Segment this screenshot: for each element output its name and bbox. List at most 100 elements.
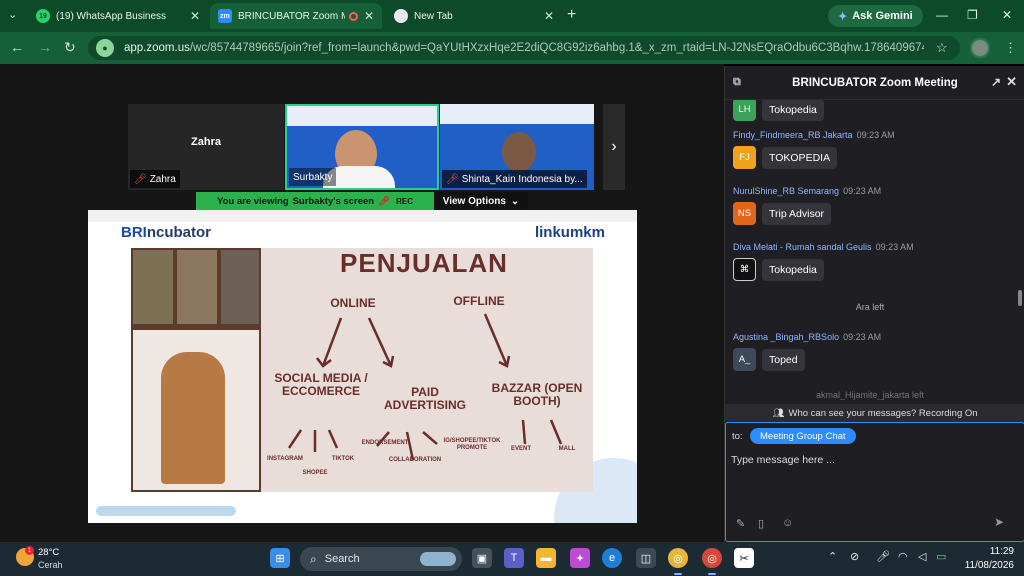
microphone-icon[interactable]: 🎤︎: [876, 550, 890, 563]
recording-label: REC: [396, 196, 414, 206]
chrome-icon[interactable]: ◎: [668, 548, 688, 568]
weather-condition[interactable]: Cerah: [38, 560, 63, 570]
file-explorer-icon[interactable]: ▬: [536, 548, 556, 568]
who-can-see-label: Who can see your messages? Recording On: [788, 407, 978, 419]
participant-name: Shinta_Kain Indonesia by...: [461, 173, 583, 185]
next-page-chevron-icon[interactable]: ›: [603, 104, 625, 190]
participant-name-label: 🎤︎ Zahra: [130, 170, 180, 188]
chat-compose-box: to: Meeting Group Chat ✎ ▯ ☺ ➤: [725, 422, 1024, 542]
ask-gemini-button[interactable]: ✦ Ask Gemini: [828, 5, 923, 27]
participant-video-face: [502, 132, 536, 172]
weather-temperature[interactable]: 28°C: [38, 547, 59, 558]
message-time: 09:23 AM: [875, 242, 914, 252]
weather-alert-badge: 1: [25, 546, 34, 555]
chrome-icon: [394, 9, 408, 23]
diagram-bazzar: BAZZAR (OPEN BOOTH): [491, 381, 583, 408]
system-message: Ara left: [855, 302, 885, 312]
url-text[interactable]: app.zoom.us/wc/85744789665/join?ref_from…: [124, 42, 924, 54]
diagram-shopee: SHOPEE: [302, 470, 328, 476]
volume-icon[interactable]: ◁: [918, 550, 926, 563]
format-pen-icon[interactable]: ✎: [736, 517, 745, 530]
meeting-view: Zahra 🎤︎ Zahra Surbakty 🎤︎ Shinta_Kain I…: [0, 64, 724, 542]
participant-name: Surbakty: [293, 171, 333, 183]
photo-outfit-2: [177, 250, 217, 324]
message-input[interactable]: [731, 451, 1016, 469]
chat-scrollbar[interactable]: [1018, 290, 1022, 306]
chrome-profile-icon[interactable]: ◎: [702, 548, 722, 568]
close-tab-icon[interactable]: ✕: [364, 9, 374, 23]
address-bar[interactable]: ● app.zoom.us/wc/85744789665/join?ref_fr…: [88, 36, 960, 60]
chat-title: BRINCUBATOR Zoom Meeting: [792, 76, 958, 89]
message-bubble: Tokopedia: [762, 100, 824, 121]
message-meta: NurulShine_RB Semarang 09:23 AM: [733, 186, 1013, 196]
view-options-label: View Options: [442, 195, 506, 207]
tab-search-chevron-icon[interactable]: ⌄: [8, 8, 17, 21]
tab-zoom[interactable]: zm BRINCUBATOR Zoom Meeti ✕: [210, 3, 382, 29]
view-options-button[interactable]: View Options ⌄: [434, 192, 528, 210]
close-tab-icon[interactable]: ✕: [544, 9, 554, 23]
tab-title: BRINCUBATOR Zoom Meeti: [238, 10, 345, 22]
capcut-icon[interactable]: ✂: [734, 548, 754, 568]
mic-muted-icon: 🎤︎: [378, 195, 391, 207]
copilot-icon[interactable]: ✦: [570, 548, 590, 568]
chat-message-list[interactable]: LH Tokopedia Findy_Findmeera_RB Jakarta 0…: [725, 100, 1024, 404]
store-icon[interactable]: ◫: [636, 548, 656, 568]
window-close-icon[interactable]: ✕: [1002, 8, 1012, 22]
diagram-tiktok: TIKTOK: [331, 456, 355, 462]
mic-muted-icon: 🎤︎: [446, 173, 459, 185]
diagram-paid-advertising: PAID ADVERTISING: [383, 385, 466, 412]
message-bubble: Tokopedia: [762, 258, 824, 281]
photo-outfit-3: [221, 250, 259, 324]
tab-new-tab[interactable]: New Tab ✕: [386, 3, 562, 29]
tray-chevron-up-icon[interactable]: ⌃: [828, 550, 837, 563]
tab-whatsapp[interactable]: 19 (19) WhatsApp Business ✕: [28, 3, 208, 29]
new-tab-plus-icon[interactable]: +: [567, 6, 576, 24]
teams-icon[interactable]: T: [504, 548, 524, 568]
file-icon[interactable]: ▯: [758, 517, 764, 530]
search-icon: ⌕: [310, 551, 317, 566]
close-chat-icon[interactable]: ✕: [1006, 74, 1017, 90]
message-meta: Findy_Findmeera_RB Jakarta 09:23 AM: [733, 130, 1013, 140]
sender-avatar: NS: [733, 202, 756, 225]
whatsapp-icon: 19: [36, 9, 50, 23]
clock-time[interactable]: 11:29: [974, 546, 1014, 557]
battery-icon[interactable]: ▭: [936, 550, 946, 563]
participant-tile-surbakty[interactable]: Surbakty: [285, 104, 439, 190]
open-external-icon[interactable]: ↗: [991, 75, 1001, 89]
bookmark-star-icon[interactable]: ☆: [936, 40, 948, 56]
recipient-select[interactable]: Meeting Group Chat: [750, 428, 856, 444]
wifi-icon[interactable]: ◠: [898, 550, 908, 563]
task-view-icon[interactable]: ▣: [472, 548, 492, 568]
chrome-menu-icon[interactable]: ⋮: [1004, 40, 1017, 56]
message-time: 09:23 AM: [843, 186, 882, 196]
sender-name: Diva Melati - Rumah sandal Geulis: [733, 242, 872, 252]
who-can-see-banner[interactable]: 👥︎ Who can see your messages? Recording …: [725, 404, 1024, 422]
send-icon[interactable]: ➤: [994, 515, 1012, 529]
search-label: Search: [324, 553, 360, 565]
clock-date[interactable]: 11/08/2026: [954, 560, 1014, 571]
chat-panel: ⧉ BRINCUBATOR Zoom Meeting ↗ ✕ LH Tokope…: [724, 66, 1024, 542]
restore-icon[interactable]: ❐: [967, 8, 978, 22]
message-bubble: TOKOPEDIA: [762, 146, 838, 169]
forward-arrow-icon[interactable]: →: [38, 39, 52, 55]
taskbar-search[interactable]: ⌕ Search: [300, 547, 462, 571]
site-info-mic-icon[interactable]: ●: [96, 39, 114, 57]
close-tab-icon[interactable]: ✕: [190, 9, 200, 23]
minimize-icon[interactable]: —: [936, 8, 948, 22]
chat-popout-icon[interactable]: ⧉: [733, 76, 741, 89]
url-host: app.zoom.us: [124, 42, 190, 54]
profile-avatar[interactable]: [970, 38, 990, 58]
reload-icon[interactable]: ↻: [64, 39, 76, 56]
notification-off-icon[interactable]: ⊘: [850, 550, 859, 563]
back-arrow-icon[interactable]: ←: [10, 39, 24, 55]
emoji-icon[interactable]: ☺: [782, 517, 793, 529]
diagram-mall: MALL: [558, 446, 576, 452]
windows-start-icon[interactable]: ⊞: [270, 548, 290, 568]
participant-tile-shinta[interactable]: 🎤︎ Shinta_Kain Indonesia by...: [440, 104, 594, 190]
running-indicator: [674, 573, 682, 575]
shared-screen-slide: BRIncubator linkumkm PENJUALAN ONLINE OF…: [88, 210, 637, 523]
participant-tile-zahra[interactable]: Zahra 🎤︎ Zahra: [128, 104, 284, 190]
sender-name: Agustina _Bingah_RBSolo: [733, 332, 840, 342]
edge-icon[interactable]: e: [602, 548, 622, 568]
sender-avatar: FJ: [733, 146, 756, 169]
